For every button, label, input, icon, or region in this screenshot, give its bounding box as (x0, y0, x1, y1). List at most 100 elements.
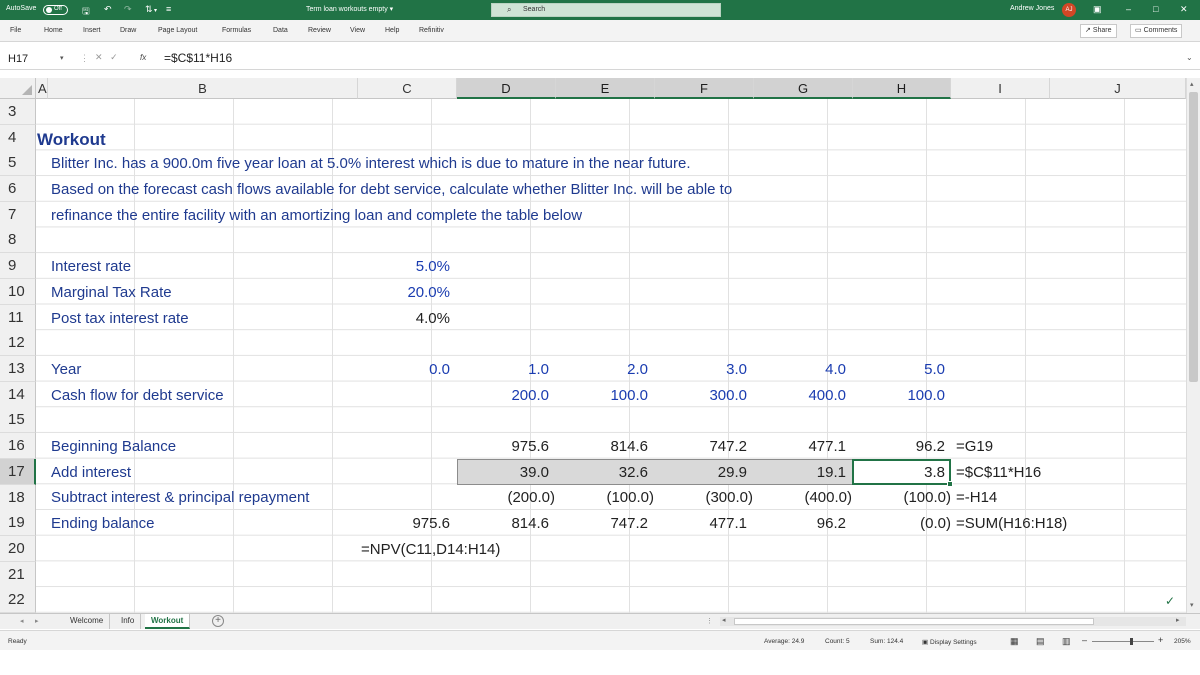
page-layout-view-icon[interactable]: ▤ (1036, 636, 1045, 647)
scroll-left-icon[interactable]: ◂ (722, 616, 726, 624)
column-header-e[interactable]: E (556, 78, 655, 99)
vertical-scrollbar[interactable]: ▴ ▾ (1186, 78, 1200, 613)
row-header-9[interactable]: 9 (0, 253, 36, 279)
scroll-up-icon[interactable]: ▴ (1190, 80, 1194, 88)
ending-cell-g[interactable]: 96.2 (754, 511, 846, 536)
year-cell-g[interactable]: 4.0 (754, 357, 846, 382)
page-break-preview-icon[interactable]: ▥ (1062, 636, 1071, 647)
row-header-5[interactable]: 5 (0, 150, 36, 176)
year-label[interactable]: Year (51, 357, 81, 382)
ending-cell-h[interactable]: (0.0) (853, 511, 951, 536)
tab-view[interactable]: View (350, 27, 365, 34)
cashflow-cell-h[interactable]: 100.0 (853, 383, 945, 408)
beginning-cell-h[interactable]: 96.2 (853, 434, 945, 459)
row-header-20[interactable]: 20 (0, 536, 36, 562)
tab-file[interactable]: File (10, 27, 21, 34)
column-header-c[interactable]: C (358, 78, 457, 99)
tab-data[interactable]: Data (273, 27, 288, 34)
column-header-j[interactable]: J (1050, 78, 1186, 99)
display-settings-button[interactable]: ▣ Display Settings (922, 638, 977, 646)
year-cell-f[interactable]: 3.0 (655, 357, 747, 382)
zoom-slider[interactable] (1092, 638, 1154, 645)
next-sheet-icon[interactable]: ▸ (35, 617, 39, 625)
row-header-10[interactable]: 10 (0, 279, 36, 305)
tab-home[interactable]: Home (44, 27, 63, 34)
tab-insert[interactable]: Insert (83, 27, 101, 34)
beginning-cell-g[interactable]: 477.1 (754, 434, 846, 459)
save-icon[interactable]: 🖫 (82, 4, 90, 20)
chevron-down-icon[interactable]: ▾ (60, 51, 64, 67)
ending-balance-label[interactable]: Ending balance (51, 511, 154, 536)
row-header-18[interactable]: 18 (0, 485, 36, 511)
beginning-formula-note[interactable]: =G19 (956, 434, 993, 459)
repay-cell-d[interactable]: (200.0) (457, 485, 555, 510)
cashflow-cell-d[interactable]: 200.0 (457, 383, 549, 408)
row-header-21[interactable]: 21 (0, 562, 36, 588)
post-tax-rate-label[interactable]: Post tax interest rate (51, 306, 189, 331)
interest-cell-h[interactable]: 3.8 (853, 460, 945, 485)
status-count[interactable]: Count: 5 (825, 638, 850, 645)
scroll-down-icon[interactable]: ▾ (1190, 601, 1194, 609)
interest-formula-note[interactable]: =$C$11*H16 (956, 460, 1041, 485)
row-header-14[interactable]: 14 (0, 382, 36, 408)
zoom-in-icon[interactable]: + (1158, 635, 1163, 645)
tax-rate-value[interactable]: 20.0% (358, 280, 450, 305)
row-header-12[interactable]: 12 (0, 330, 36, 356)
add-interest-label[interactable]: Add interest (51, 460, 131, 485)
status-sum[interactable]: Sum: 124.4 (870, 638, 903, 645)
row-header-22[interactable]: 22 (0, 587, 36, 613)
sheet-tab-workout[interactable]: Workout (145, 614, 191, 629)
add-sheet-icon[interactable]: + (212, 615, 224, 627)
ribbon-display-icon[interactable]: ▣ (1093, 4, 1102, 15)
cashflow-cell-g[interactable]: 400.0 (754, 383, 846, 408)
repay-cell-h[interactable]: (100.0) (853, 485, 951, 510)
beginning-cell-e[interactable]: 814.6 (556, 434, 648, 459)
status-average[interactable]: Average: 24.9 (764, 638, 804, 645)
description-line-1[interactable]: Blitter Inc. has a 900.0m five year loan… (51, 151, 691, 176)
column-header-d[interactable]: D (457, 78, 556, 99)
beginning-balance-label[interactable]: Beginning Balance (51, 434, 176, 459)
sheet-tab-info[interactable]: Info (115, 614, 142, 629)
sheet-title[interactable]: Workout (37, 127, 106, 152)
ending-cell-c[interactable]: 975.6 (358, 511, 450, 536)
search-box[interactable]: ⌕ Search (491, 3, 721, 17)
document-title[interactable]: Term loan workouts empty ▾ (306, 5, 393, 13)
post-tax-rate-value[interactable]: 4.0% (358, 306, 450, 331)
row-header-13[interactable]: 13 (0, 356, 36, 382)
description-line-2[interactable]: Based on the forecast cash flows availab… (51, 177, 732, 202)
ending-cell-d[interactable]: 814.6 (457, 511, 549, 536)
interest-cell-e[interactable]: 32.6 (556, 460, 648, 485)
tab-refinitiv[interactable]: Refinitiv (419, 27, 444, 34)
previous-sheet-icon[interactable]: ◂ (20, 617, 24, 625)
name-box[interactable]: H17 ▾ (2, 51, 64, 67)
tab-draw[interactable]: Draw (120, 27, 136, 34)
cashflow-label[interactable]: Cash flow for debt service (51, 383, 224, 408)
year-cell-c[interactable]: 0.0 (358, 357, 450, 382)
beginning-cell-d[interactable]: 975.6 (457, 434, 549, 459)
maximize-icon[interactable]: □ (1153, 4, 1158, 14)
horizontal-scrollbar[interactable]: ◂ ▸ (720, 617, 1186, 626)
autosave-toggle[interactable]: Off (43, 5, 68, 15)
row-header-6[interactable]: 6 (0, 176, 36, 202)
ending-formula-note[interactable]: =SUM(H16:H18) (956, 511, 1067, 536)
tab-review[interactable]: Review (308, 27, 331, 34)
zoom-level[interactable]: 205% (1174, 638, 1191, 645)
normal-view-icon[interactable]: ▦ (1010, 636, 1019, 647)
cashflow-cell-f[interactable]: 300.0 (655, 383, 747, 408)
row-header-11[interactable]: 11 (0, 305, 36, 331)
row-header-4[interactable]: 4 (0, 125, 36, 151)
year-cell-e[interactable]: 2.0 (556, 357, 648, 382)
ending-cell-e[interactable]: 747.2 (556, 511, 648, 536)
vertical-scroll-thumb[interactable] (1189, 92, 1198, 382)
expand-formula-bar-icon[interactable]: ⌄ (1186, 53, 1193, 62)
share-button[interactable]: ↗ Share (1080, 24, 1117, 38)
beginning-cell-f[interactable]: 747.2 (655, 434, 747, 459)
repayment-label[interactable]: Subtract interest & principal repayment (51, 485, 309, 510)
customize-toolbar-icon[interactable]: ≡ (166, 4, 171, 14)
zoom-slider-knob[interactable] (1130, 638, 1133, 645)
comments-button[interactable]: ▭ Comments (1130, 24, 1183, 38)
cancel-icon[interactable]: ✕ (95, 52, 103, 62)
interest-cell-f[interactable]: 29.9 (655, 460, 747, 485)
close-icon[interactable]: ✕ (1180, 4, 1188, 15)
formula-input[interactable]: =$C$11*H16 (164, 51, 232, 65)
